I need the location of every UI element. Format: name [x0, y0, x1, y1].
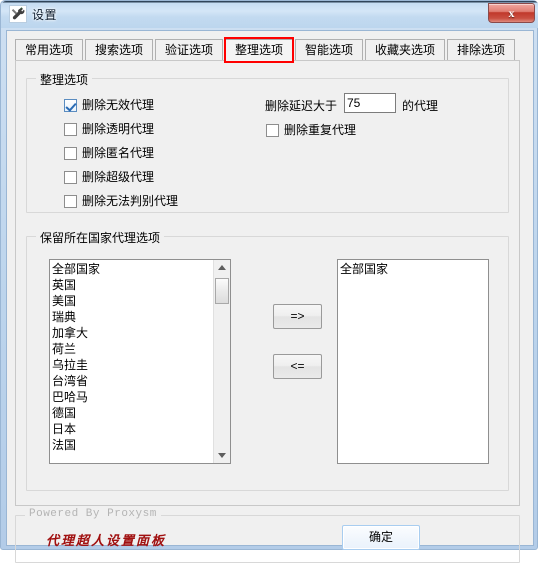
tab-验证选项[interactable]: 验证选项 [155, 39, 223, 61]
checkbox-row-delete-duplicate[interactable]: 删除重复代理 [266, 121, 356, 139]
add-country-button[interactable]: => [273, 304, 322, 329]
list-item[interactable]: 瑞典 [52, 309, 213, 325]
checkbox-delete-undetermined[interactable] [64, 194, 77, 208]
brand-label: 代理超人设置面板 [46, 533, 167, 548]
checkbox-row-delete-invalid[interactable]: 删除无效代理 [64, 96, 154, 114]
list-item[interactable]: 日本 [52, 421, 213, 437]
checkbox-row-delete-transparent[interactable]: 删除透明代理 [64, 120, 154, 138]
list-item[interactable]: 荷兰 [52, 341, 213, 357]
checkbox-label-delete-transparent: 删除透明代理 [82, 122, 155, 136]
scrollbar-thumb[interactable] [215, 278, 229, 304]
tab-收藏夹选项[interactable]: 收藏夹选项 [365, 39, 445, 61]
list-item[interactable]: 全部国家 [340, 261, 488, 277]
available-countries-scrollbar[interactable] [213, 260, 230, 463]
selected-countries-items: 全部国家 [338, 260, 488, 277]
selected-countries-listbox[interactable]: 全部国家 [337, 259, 489, 464]
scroll-up-arrow-icon[interactable] [214, 260, 230, 276]
available-countries-items: 全部国家 英国 美国 瑞典 加拿大 荷兰 乌拉圭 台湾省 巴哈马 德国 日本 法国 [50, 260, 213, 453]
tab-strip: 常用选项 搜索选项 验证选项 整理选项 智能选项 收藏夹选项 排除选项 [15, 37, 520, 63]
tab-page-cleanup: 整理选项 删除无效代理 删除透明代理 删除匿名代理 删除超级代理 删除无法判别代… [15, 60, 520, 506]
powered-by-label: Powered By Proxysm [25, 508, 161, 520]
checkbox-label-delete-anonymous: 删除匿名代理 [82, 146, 155, 160]
list-item[interactable]: 英国 [52, 277, 213, 293]
cleanup-options-group: 整理选项 删除无效代理 删除透明代理 删除匿名代理 删除超级代理 删除无法判别代… [26, 71, 509, 213]
list-item[interactable]: 德国 [52, 405, 213, 421]
available-countries-listbox[interactable]: 全部国家 英国 美国 瑞典 加拿大 荷兰 乌拉圭 台湾省 巴哈马 德国 日本 法国 [49, 259, 231, 464]
tab-智能选项[interactable]: 智能选项 [295, 39, 363, 61]
checkbox-label-delete-undetermined: 删除无法判别代理 [82, 194, 179, 208]
close-button[interactable]: x [488, 3, 535, 23]
checkbox-delete-anonymous[interactable] [64, 146, 77, 160]
tab-常用选项[interactable]: 常用选项 [15, 39, 83, 61]
delay-suffix-label: 的代理 [402, 99, 439, 113]
checkbox-delete-super[interactable] [64, 170, 77, 184]
tab-排除选项[interactable]: 排除选项 [447, 39, 515, 61]
list-item[interactable]: 全部国家 [52, 261, 213, 277]
tab-搜索选项[interactable]: 搜索选项 [85, 39, 153, 61]
list-item[interactable]: 美国 [52, 293, 213, 309]
delay-prefix-label: 删除延迟大于 [265, 99, 338, 113]
checkbox-row-delete-super[interactable]: 删除超级代理 [64, 168, 154, 186]
list-item[interactable]: 法国 [52, 437, 213, 453]
delay-threshold-input[interactable] [344, 93, 396, 113]
checkbox-delete-invalid[interactable] [64, 98, 77, 112]
scroll-down-arrow-icon[interactable] [214, 447, 230, 463]
checkbox-label-delete-duplicate: 删除重复代理 [284, 123, 357, 137]
checkbox-label-delete-super: 删除超级代理 [82, 170, 155, 184]
list-item[interactable]: 巴哈马 [52, 389, 213, 405]
list-item[interactable]: 加拿大 [52, 325, 213, 341]
checkbox-row-delete-undetermined[interactable]: 删除无法判别代理 [64, 192, 178, 210]
checkbox-delete-duplicate[interactable] [266, 123, 279, 137]
country-group-title: 保留所在国家代理选项 [36, 229, 165, 246]
window-title: 设置 [32, 8, 58, 22]
close-icon: x [508, 6, 515, 20]
country-options-group: 保留所在国家代理选项 全部国家 英国 美国 瑞典 加拿大 荷兰 乌拉圭 台湾省 巴哈马 德国 日本法… [26, 229, 509, 491]
checkbox-label-delete-invalid: 删除无效代理 [82, 98, 155, 112]
list-item[interactable]: 乌拉圭 [52, 357, 213, 373]
list-item[interactable]: 台湾省 [52, 373, 213, 389]
ok-button[interactable]: 确定 [342, 525, 420, 550]
cleanup-group-title: 整理选项 [36, 71, 93, 88]
wrench-tool-icon [9, 5, 27, 23]
checkbox-delete-transparent[interactable] [64, 122, 77, 136]
settings-dialog-window: 设置 x 常用选项 搜索选项 验证选项 整理选项 智能选项 收藏夹选项 排除选项… [0, 0, 538, 563]
title-bar: 设置 x [1, 1, 538, 28]
checkbox-row-delete-anonymous[interactable]: 删除匿名代理 [64, 144, 154, 162]
dialog-client-area: 常用选项 搜索选项 验证选项 整理选项 智能选项 收藏夹选项 排除选项 整理选项… [6, 30, 534, 563]
tab-整理选项[interactable]: 整理选项 [225, 39, 293, 61]
footer-group: Powered By Proxysm 代理超人设置面板 确定 [15, 508, 520, 563]
remove-country-button[interactable]: <= [273, 354, 322, 379]
